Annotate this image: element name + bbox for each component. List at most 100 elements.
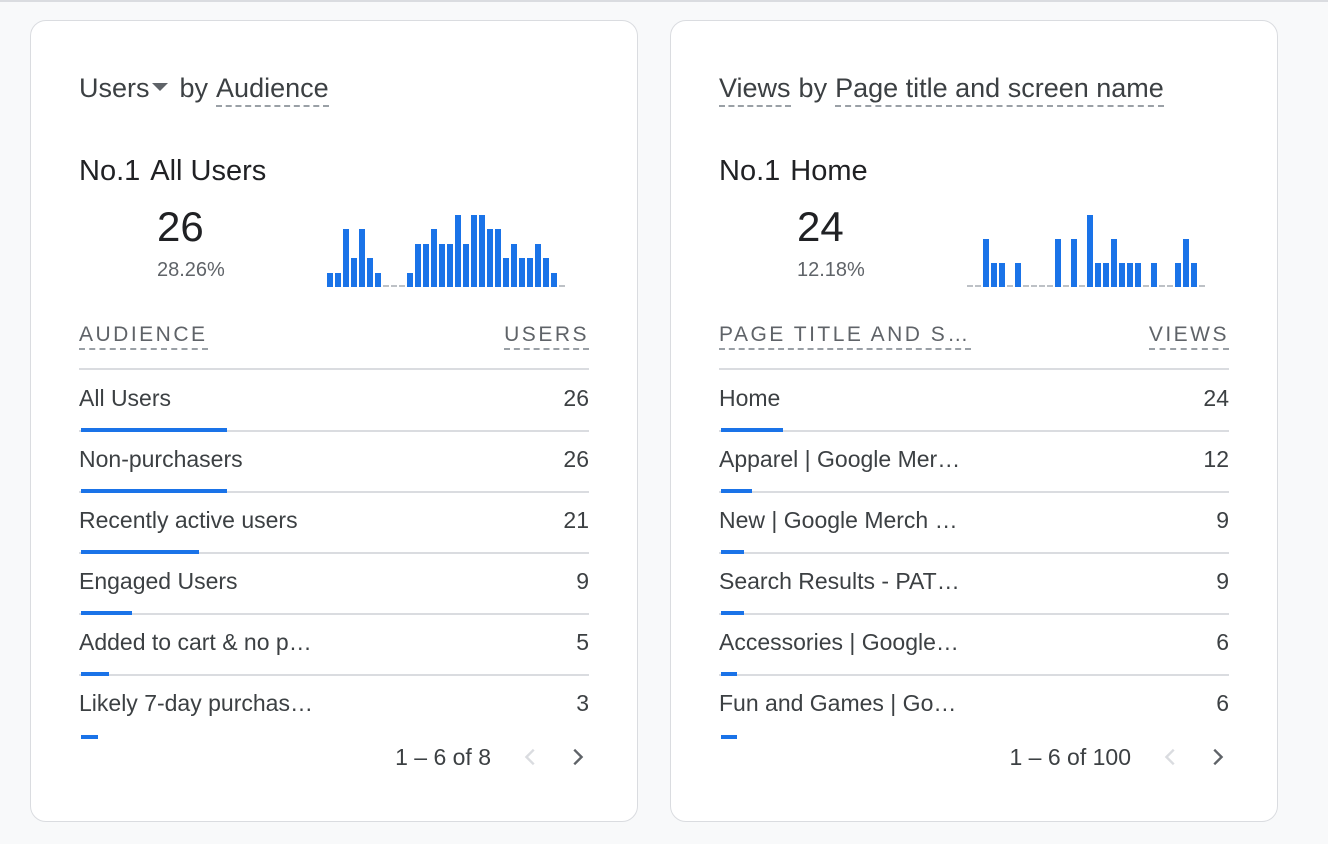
- sparkline-bar: [1119, 263, 1125, 287]
- sparkline-bar: [1103, 263, 1109, 287]
- sparkline-bar: [479, 215, 485, 287]
- column-header-dimension[interactable]: AUDIENCE: [79, 323, 208, 350]
- pagination: 1 – 6 of 8: [395, 743, 591, 771]
- by-label: by: [179, 73, 209, 103]
- views-by-page-title-card: Views by Page title and screen name No.1…: [670, 20, 1278, 822]
- sparkline-bar: [447, 244, 453, 287]
- card-title: Users by Audience: [79, 73, 329, 107]
- sparkline-zero-segment: [975, 285, 981, 287]
- sparkline-zero-segment: [1031, 285, 1037, 287]
- prev-page-button[interactable]: [1157, 743, 1185, 771]
- row-value: 24: [1203, 385, 1229, 411]
- chevron-left-icon: [1164, 748, 1175, 766]
- sparkline-bar: [983, 239, 989, 287]
- sparkline-zero-segment: [1199, 285, 1205, 287]
- row-label: Engaged Users: [79, 568, 238, 594]
- sparkline-bar: [439, 244, 445, 287]
- sparkline-bar: [1111, 239, 1117, 287]
- sparkline-bar: [999, 263, 1005, 287]
- metric-selector[interactable]: Users: [79, 73, 172, 104]
- sparkline-bar: [471, 215, 477, 287]
- next-page-button[interactable]: [1203, 743, 1231, 771]
- table-row[interactable]: Fun and Games | Go… 6: [719, 676, 1229, 739]
- sparkline-bar: [519, 258, 525, 287]
- dimension-selector[interactable]: Page title and screen name: [835, 73, 1164, 107]
- card-title: Views by Page title and screen name: [719, 73, 1164, 107]
- sparkline-bar: [1087, 215, 1093, 287]
- sparkline-bar: [423, 244, 429, 287]
- table-row[interactable]: Home 24: [719, 371, 1229, 432]
- prev-page-button[interactable]: [517, 743, 545, 771]
- table-row[interactable]: Non-purchasers 26: [79, 432, 589, 493]
- dimension-selector[interactable]: Audience: [216, 73, 329, 107]
- sparkline-bar: [455, 215, 461, 287]
- row-value: 26: [563, 385, 589, 411]
- row-label: Recently active users: [79, 507, 298, 533]
- sparkline-zero-segment: [383, 285, 389, 287]
- sparkline-bar: [327, 273, 333, 287]
- table-row[interactable]: Recently active users 21: [79, 493, 589, 554]
- table-row[interactable]: New | Google Merch … 9: [719, 493, 1229, 554]
- sparkline-bar: [415, 244, 421, 287]
- table-row[interactable]: Search Results - PAT… 9: [719, 554, 1229, 615]
- sparkline-bar: [343, 229, 349, 287]
- sparkline: [967, 211, 1207, 287]
- header-divider: [719, 368, 1229, 370]
- sparkline-bar: [535, 244, 541, 287]
- sparkline-zero-segment: [1063, 285, 1069, 287]
- table-row[interactable]: Added to cart & no p… 5: [79, 615, 589, 676]
- column-header-metric[interactable]: VIEWS: [1148, 323, 1229, 350]
- table-row[interactable]: Apparel | Google Mer… 12: [719, 432, 1229, 493]
- sparkline-bar: [463, 244, 469, 287]
- header-divider: [79, 368, 589, 370]
- table-row[interactable]: Accessories | Google… 6: [719, 615, 1229, 676]
- sparkline-bar: [1135, 263, 1141, 287]
- chevron-right-icon: [1213, 748, 1224, 766]
- sparkline-bar: [1015, 263, 1021, 287]
- sparkline-bar: [1191, 263, 1197, 287]
- sparkline-bar: [351, 258, 357, 287]
- row-label: Fun and Games | Go…: [719, 690, 957, 716]
- row-label: All Users: [79, 385, 172, 411]
- row-share-bar: [721, 735, 737, 739]
- sparkline-zero-segment: [1039, 285, 1045, 287]
- sparkline-zero-segment: [1047, 285, 1053, 287]
- sparkline-bar: [367, 258, 373, 287]
- metric-selector[interactable]: Views: [719, 73, 791, 107]
- sparkline-zero-segment: [1079, 285, 1085, 287]
- row-value: 5: [576, 629, 589, 655]
- table-row[interactable]: Likely 7-day purchas… 3: [79, 676, 589, 739]
- sparkline-zero-segment: [1007, 285, 1013, 287]
- table-row[interactable]: All Users 26: [79, 371, 589, 432]
- sparkline-bar: [1055, 239, 1061, 287]
- column-header-dimension[interactable]: PAGE TITLE AND S…: [719, 323, 971, 350]
- sparkline-bar: [1151, 263, 1157, 287]
- top-divider: [0, 0, 1328, 2]
- sparkline-bar: [1095, 263, 1101, 287]
- row-share-bar: [81, 735, 98, 739]
- row-label: Non-purchasers: [79, 446, 243, 472]
- next-page-button[interactable]: [563, 743, 591, 771]
- top-item: No.1 Home: [719, 155, 868, 188]
- row-value: 9: [576, 568, 589, 594]
- row-label: Added to cart & no p…: [79, 629, 312, 655]
- by-label: by: [798, 73, 828, 103]
- top-rank: No.1: [719, 155, 781, 187]
- sparkline-bar: [431, 229, 437, 287]
- sparkline: [327, 211, 567, 287]
- sparkline-zero-segment: [1167, 285, 1173, 287]
- row-divider: [79, 735, 589, 737]
- sparkline-bar: [1175, 263, 1181, 287]
- row-value: 6: [1216, 690, 1229, 716]
- row-divider: [719, 735, 1229, 737]
- row-label: Likely 7-day purchas…: [79, 690, 313, 716]
- sparkline-bar: [1071, 239, 1077, 287]
- sparkline-bar: [991, 263, 997, 287]
- row-value: 9: [1216, 507, 1229, 533]
- table-row[interactable]: Engaged Users 9: [79, 554, 589, 615]
- dropdown-caret-icon: [151, 83, 168, 91]
- sparkline-bar: [503, 258, 509, 287]
- sparkline-bar: [1127, 263, 1133, 287]
- column-header-metric[interactable]: USERS: [504, 323, 589, 350]
- sparkline-bar: [359, 229, 365, 287]
